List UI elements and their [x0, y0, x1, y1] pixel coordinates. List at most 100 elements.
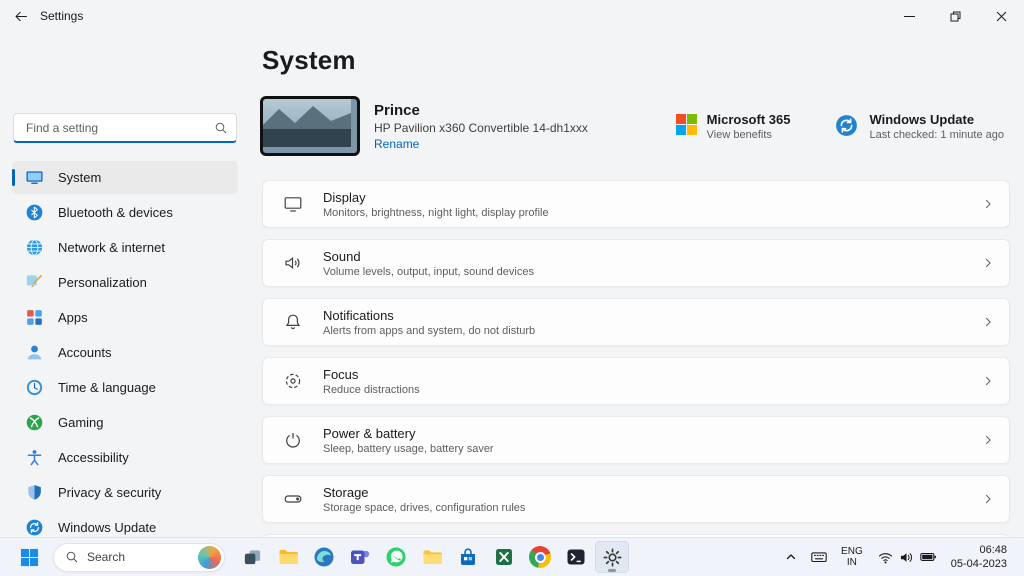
search-icon	[214, 121, 228, 135]
sidebar-item-label: Gaming	[58, 415, 104, 430]
back-icon	[13, 9, 28, 24]
wifi-icon	[877, 549, 894, 566]
file-explorer-button[interactable]	[271, 541, 305, 573]
sidebar-item-accessibility[interactable]: Accessibility	[12, 441, 238, 474]
taskbar: Search	[0, 537, 1024, 576]
setting-row-power-battery[interactable]: Power & battery Sleep, battery usage, ba…	[262, 416, 1010, 464]
touch-keyboard-icon	[810, 548, 828, 566]
chrome-icon	[529, 546, 551, 568]
sidebar-item-label: Time & language	[58, 380, 156, 395]
battery-icon	[919, 548, 937, 566]
status-cluster[interactable]	[872, 542, 942, 572]
sidebar-item-apps[interactable]: Apps	[12, 301, 238, 334]
sidebar-item-label: System	[58, 170, 101, 185]
terminal-button[interactable]	[559, 541, 593, 573]
sidebar-item-gaming[interactable]: Gaming	[12, 406, 238, 439]
chrome-button[interactable]	[523, 541, 557, 573]
language-indicator[interactable]: ENG IN	[835, 542, 869, 572]
sidebar-item-label: Apps	[58, 310, 88, 325]
search-input[interactable]	[24, 120, 214, 136]
whatsapp-button[interactable]	[379, 541, 413, 573]
tray-overflow-button[interactable]	[779, 542, 803, 572]
language-code: ENG	[841, 546, 863, 558]
close-button[interactable]	[978, 0, 1024, 32]
region-code: IN	[847, 557, 857, 569]
page-title: System	[262, 45, 1014, 76]
edge-button[interactable]	[307, 541, 341, 573]
setting-row-storage[interactable]: Storage Storage space, drives, configura…	[262, 475, 1010, 523]
sidebar-item-label: Accessibility	[58, 450, 129, 465]
display-icon	[283, 194, 303, 214]
sidebar-item-label: Accounts	[58, 345, 111, 360]
back-button[interactable]	[0, 0, 40, 32]
settings-list: Display Monitors, brightness, night ligh…	[262, 180, 1010, 538]
sidebar-item-accounts[interactable]: Accounts	[12, 336, 238, 369]
settings-button-active[interactable]	[595, 541, 629, 573]
settings-window: Settings System	[0, 0, 1024, 576]
sidebar-item-personalization[interactable]: Personalization	[12, 266, 238, 299]
sidebar-item-privacy-security[interactable]: Privacy & security	[12, 476, 238, 509]
setting-subtitle: Reduce distractions	[323, 384, 420, 396]
whatsapp-icon	[385, 546, 407, 568]
volume-icon	[898, 549, 915, 566]
microsoft-365-card[interactable]: Microsoft 365 View benefits	[676, 112, 791, 141]
windows-update-title: Windows Update	[869, 112, 1004, 127]
view-benefits-link[interactable]: View benefits	[707, 129, 791, 141]
store-button[interactable]	[451, 541, 485, 573]
chevron-right-icon	[981, 197, 995, 211]
setting-row-sound[interactable]: Sound Volume levels, output, input, soun…	[262, 239, 1010, 287]
edge-icon	[313, 546, 335, 568]
setting-title: Notifications	[323, 308, 535, 323]
maximize-button[interactable]	[932, 0, 978, 32]
sidebar-item-label: Bluetooth & devices	[58, 205, 173, 220]
chevron-right-icon	[981, 433, 995, 447]
main-content: System Prince HP Pavilion x360 Convertib…	[250, 32, 1014, 538]
file-explorer-icon	[277, 546, 299, 568]
taskbar-search[interactable]: Search	[53, 543, 225, 572]
device-name: Prince	[374, 102, 588, 119]
rename-link[interactable]: Rename	[374, 137, 419, 151]
sidebar-item-system[interactable]: System	[12, 161, 238, 194]
setting-subtitle: Volume levels, output, input, sound devi…	[323, 266, 534, 278]
setting-title: Power & battery	[323, 426, 494, 441]
tray-date: 05-04-2023	[951, 557, 1007, 571]
task-view-button[interactable]	[235, 541, 269, 573]
shield-icon	[25, 483, 44, 502]
accessibility-person-icon	[25, 448, 44, 467]
sidebar-item-time-language[interactable]: Time & language	[12, 371, 238, 404]
sidebar: System Bluetooth & devices Network & int…	[0, 32, 250, 538]
minimize-button[interactable]	[886, 0, 932, 32]
sound-icon	[283, 253, 303, 273]
touch-keyboard-button[interactable]	[806, 542, 832, 572]
personalization-brush-icon	[25, 273, 44, 292]
windows-update-badge-icon	[834, 113, 859, 138]
device-info: Prince HP Pavilion x360 Convertible 14-d…	[374, 102, 588, 151]
sidebar-item-network-internet[interactable]: Network & internet	[12, 231, 238, 264]
sidebar-item-label: Network & internet	[58, 240, 165, 255]
window-controls	[886, 0, 1024, 32]
folder-button[interactable]	[415, 541, 449, 573]
start-button[interactable]	[13, 541, 45, 573]
setting-row-focus[interactable]: Focus Reduce distractions	[262, 357, 1010, 405]
windows-update-status: Last checked: 1 minute ago	[869, 129, 1004, 141]
setting-row-display[interactable]: Display Monitors, brightness, night ligh…	[262, 180, 1010, 228]
sidebar-item-bluetooth-devices[interactable]: Bluetooth & devices	[12, 196, 238, 229]
restore-icon	[950, 11, 961, 22]
sidebar-nav: System Bluetooth & devices Network & int…	[0, 161, 250, 544]
clock[interactable]: 06:48 05-04-2023	[945, 542, 1013, 572]
search-highlight-icon[interactable]	[198, 546, 221, 569]
setting-title: Focus	[323, 367, 420, 382]
teams-button[interactable]	[343, 541, 377, 573]
notifications-bell-icon	[283, 312, 303, 332]
taskbar-left: Search	[0, 541, 629, 573]
power-icon	[283, 430, 303, 450]
excel-button[interactable]	[487, 541, 521, 573]
folder-icon	[421, 546, 443, 568]
settings-gear-icon	[602, 547, 623, 568]
chevron-up-icon	[783, 549, 799, 565]
system-icon	[25, 168, 44, 187]
microsoft-logo-icon	[676, 114, 697, 135]
setting-row-notifications[interactable]: Notifications Alerts from apps and syste…	[262, 298, 1010, 346]
windows-update-card[interactable]: Windows Update Last checked: 1 minute ag…	[834, 112, 1004, 141]
setting-subtitle: Monitors, brightness, night light, displ…	[323, 207, 549, 219]
